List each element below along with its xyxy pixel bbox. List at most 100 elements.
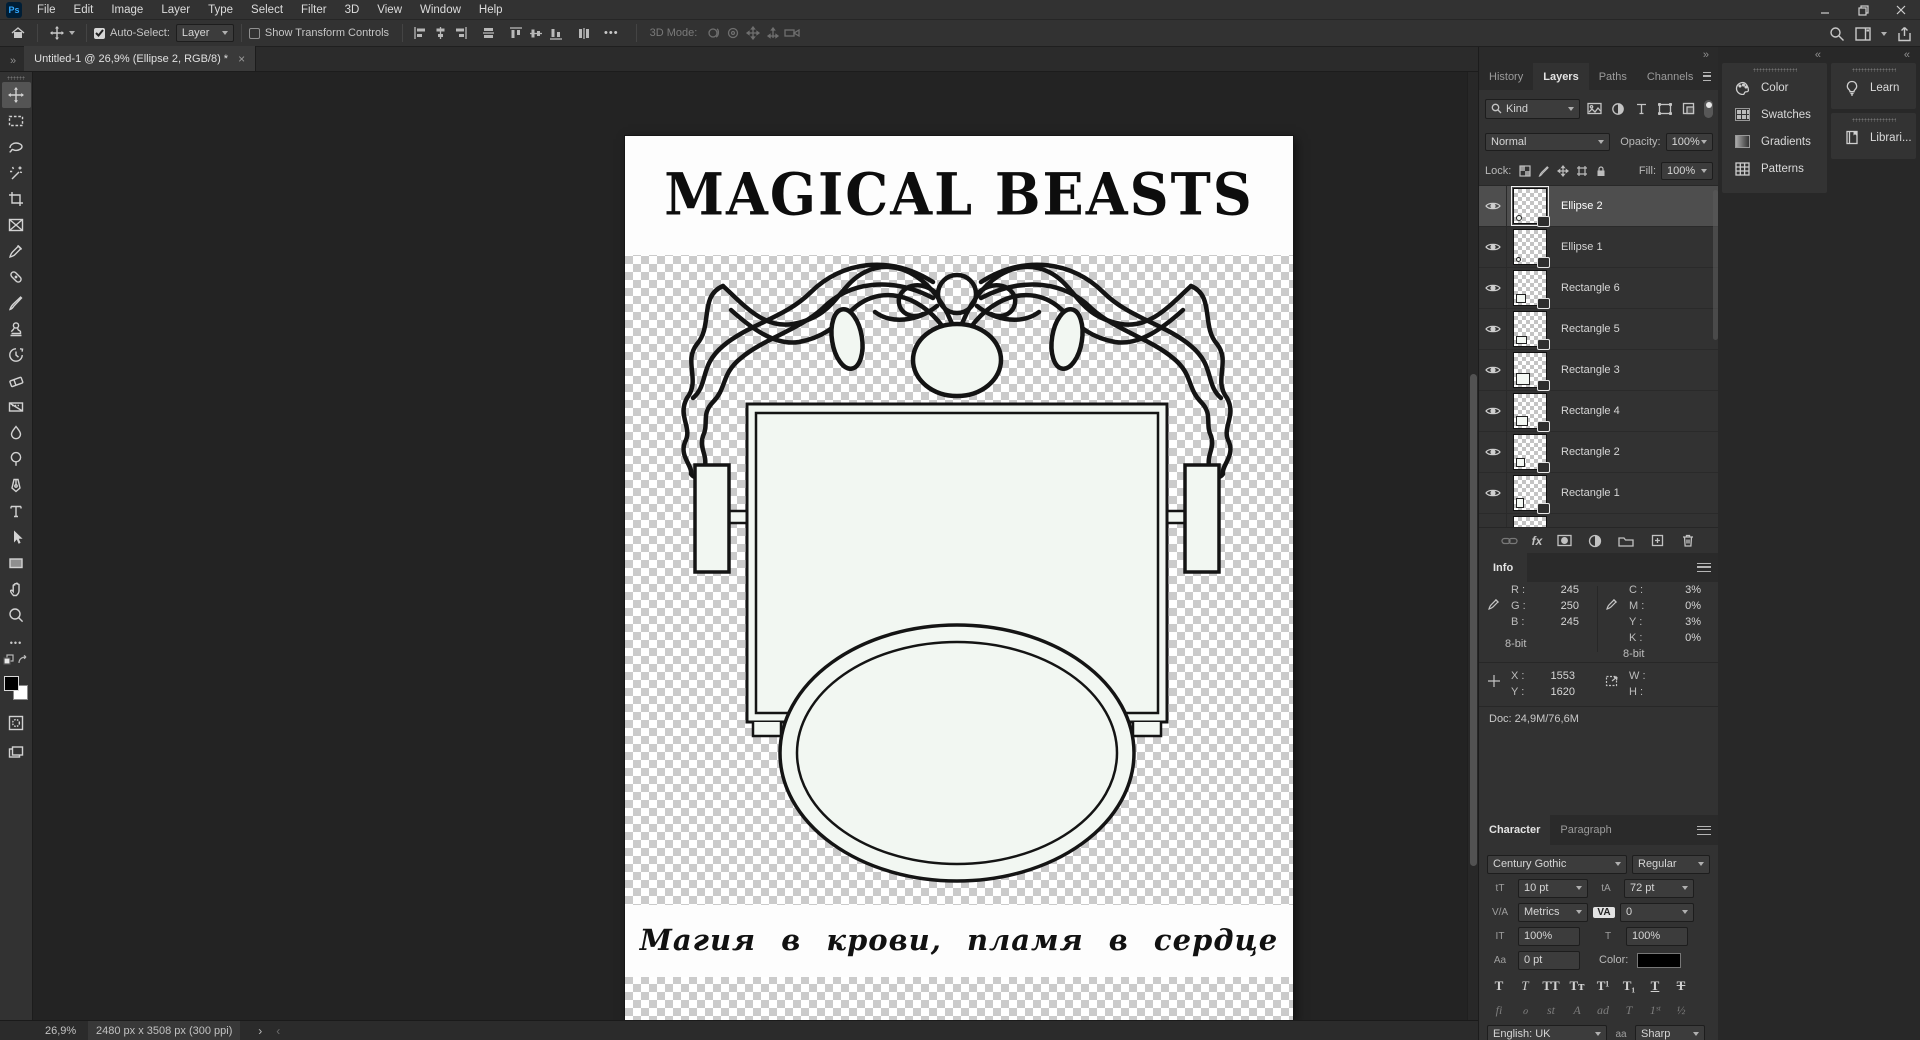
search-icon[interactable] [1829, 26, 1845, 42]
subscript-button[interactable]: T₁ [1617, 978, 1641, 994]
ordinals-button[interactable]: 1ˢᵗ [1643, 1003, 1667, 1018]
auto-select-target-dropdown[interactable]: Layer [175, 24, 234, 42]
small-caps-button[interactable]: Tᴛ [1565, 978, 1589, 994]
distribute-horizontal-icon[interactable] [478, 24, 498, 42]
document-size-field[interactable]: 2480 px x 3508 px (300 ppi) [88, 1020, 241, 1040]
layer-style-fx-icon[interactable]: fx [1532, 534, 1543, 548]
visibility-eye-icon[interactable] [1479, 226, 1507, 268]
align-bottom-icon[interactable] [546, 24, 566, 42]
panel-group-grip[interactable] [1752, 68, 1797, 72]
tab-character[interactable]: Character [1479, 815, 1551, 845]
minimize-button[interactable] [1806, 0, 1844, 20]
layer-row-rectangle-1[interactable]: Rectangle 1 [1479, 472, 1719, 514]
layer-name[interactable]: Rectangle 5 [1561, 323, 1620, 335]
fill-dropdown[interactable]: 100% [1661, 162, 1713, 180]
strikethrough-button[interactable]: T [1669, 978, 1693, 994]
swash-button[interactable]: A [1565, 1003, 1589, 1018]
layer-thumbnail[interactable] [1511, 186, 1550, 227]
layer-thumbnail[interactable] [1513, 393, 1550, 432]
move-tool-preset-icon[interactable] [45, 22, 69, 44]
layer-name[interactable]: Ellipse 1 [1561, 241, 1603, 253]
layer-thumbnail[interactable] [1513, 475, 1550, 514]
filter-shape-layers-icon[interactable] [1655, 99, 1674, 119]
tab-channels[interactable]: Channels [1637, 63, 1703, 90]
zoom-level-field[interactable]: 26,9% [45, 1025, 76, 1037]
menu-window[interactable]: Window [411, 0, 470, 20]
filter-smart-objects-icon[interactable] [1678, 99, 1697, 119]
canvas-area[interactable]: MAGICAL BEASTS Магия в крови, пламя в се… [33, 72, 1478, 1020]
screen-mode-icon[interactable] [2, 740, 31, 766]
tab-history[interactable]: History [1479, 63, 1533, 90]
layer-name[interactable]: Rectangle 6 [1561, 282, 1620, 294]
blur-tool[interactable] [2, 420, 31, 446]
quick-mask-icon[interactable] [2, 710, 31, 736]
align-right-icon[interactable] [450, 24, 470, 42]
superscript-button[interactable]: T¹ [1591, 978, 1615, 994]
kerning-dropdown[interactable]: Metrics [1518, 902, 1588, 922]
baseline-shift-field[interactable]: 0 pt [1518, 950, 1580, 970]
layer-thumbnail[interactable] [1513, 311, 1550, 350]
horizontal-scale-field[interactable]: 100% [1626, 926, 1688, 946]
expand-panels-icon[interactable]: « [1904, 49, 1910, 61]
path-selection-tool[interactable] [2, 524, 31, 550]
filter-pixel-layers-icon[interactable] [1584, 99, 1603, 119]
layer-thumbnail[interactable] [1513, 516, 1547, 527]
language-dropdown[interactable]: English: UK [1487, 1024, 1607, 1040]
info-panel-menu-icon[interactable] [1697, 563, 1711, 572]
pen-tool[interactable] [2, 472, 31, 498]
layer-thumbnail[interactable] [1513, 270, 1550, 309]
default-colors-icon[interactable] [3, 654, 15, 666]
3d-camera-icon[interactable] [783, 24, 803, 42]
font-size-dropdown[interactable]: 10 pt [1518, 878, 1588, 898]
font-style-dropdown[interactable]: Regular [1632, 854, 1710, 874]
edit-toolbar-icon[interactable]: ••• [0, 638, 32, 648]
distribute-vertical-icon[interactable] [574, 24, 594, 42]
more-align-options-icon[interactable]: ••• [604, 27, 619, 39]
layer-name[interactable]: Rectangle 1 [1561, 487, 1620, 499]
layer-thumbnail[interactable] [1513, 352, 1550, 391]
new-layer-icon[interactable] [1648, 532, 1666, 550]
scrollbar-thumb[interactable] [1470, 374, 1477, 866]
canvas-vertical-scrollbar[interactable] [1467, 72, 1478, 1020]
stylistic-alternates-button[interactable]: ad [1591, 1003, 1615, 1018]
panel-group-grip[interactable] [1851, 118, 1896, 122]
layer-row-partial[interactable] [1479, 513, 1719, 527]
visibility-eye-icon[interactable] [1479, 267, 1507, 309]
all-caps-button[interactable]: TT [1539, 978, 1563, 994]
panel-patterns[interactable]: Patterns [1722, 155, 1827, 182]
tool-preset-chevron-icon[interactable] [69, 31, 75, 35]
3d-pan-icon[interactable] [743, 24, 763, 42]
visibility-eye-icon[interactable] [1479, 349, 1507, 391]
text-color-swatch[interactable] [1637, 952, 1682, 968]
show-transform-checkbox[interactable] [248, 27, 260, 39]
lock-artboard-icon[interactable] [1572, 162, 1591, 180]
eraser-tool[interactable] [2, 368, 31, 394]
align-middle-vertical-icon[interactable] [526, 24, 546, 42]
foreground-color-swatch[interactable] [4, 676, 19, 691]
menu-image[interactable]: Image [102, 0, 152, 20]
leading-dropdown[interactable]: 72 pt [1624, 878, 1694, 898]
expand-panels-icon[interactable]: « [1815, 49, 1821, 61]
status-chevron-right-icon[interactable]: › [258, 1024, 262, 1038]
lock-position-icon[interactable] [1553, 162, 1572, 180]
anti-alias-dropdown[interactable]: Sharp [1635, 1024, 1705, 1040]
document-tab[interactable]: Untitled-1 @ 26,9% (Ellipse 2, RGB/8) * … [24, 46, 257, 71]
delete-layer-trash-icon[interactable] [1679, 532, 1697, 550]
layer-thumbnail[interactable] [1513, 434, 1550, 473]
clone-stamp-tool[interactable] [2, 316, 31, 342]
gradient-tool[interactable] [2, 394, 31, 420]
type-tool[interactable] [2, 498, 31, 524]
new-group-folder-icon[interactable] [1617, 532, 1635, 550]
visibility-eye-icon[interactable] [1479, 431, 1507, 473]
align-center-horizontal-icon[interactable] [430, 24, 450, 42]
lock-transparent-pixels-icon[interactable] [1515, 162, 1534, 180]
dodge-tool[interactable] [2, 446, 31, 472]
panel-swatches[interactable]: Swatches [1722, 101, 1827, 128]
document-canvas[interactable]: MAGICAL BEASTS Магия в крови, пламя в се… [625, 136, 1293, 1020]
frame-tool[interactable] [2, 212, 31, 238]
link-layers-icon[interactable] [1501, 532, 1519, 550]
menu-file[interactable]: File [28, 0, 65, 20]
layer-name[interactable]: Rectangle 4 [1561, 405, 1620, 417]
home-icon[interactable] [6, 22, 30, 44]
menu-edit[interactable]: Edit [65, 0, 103, 20]
